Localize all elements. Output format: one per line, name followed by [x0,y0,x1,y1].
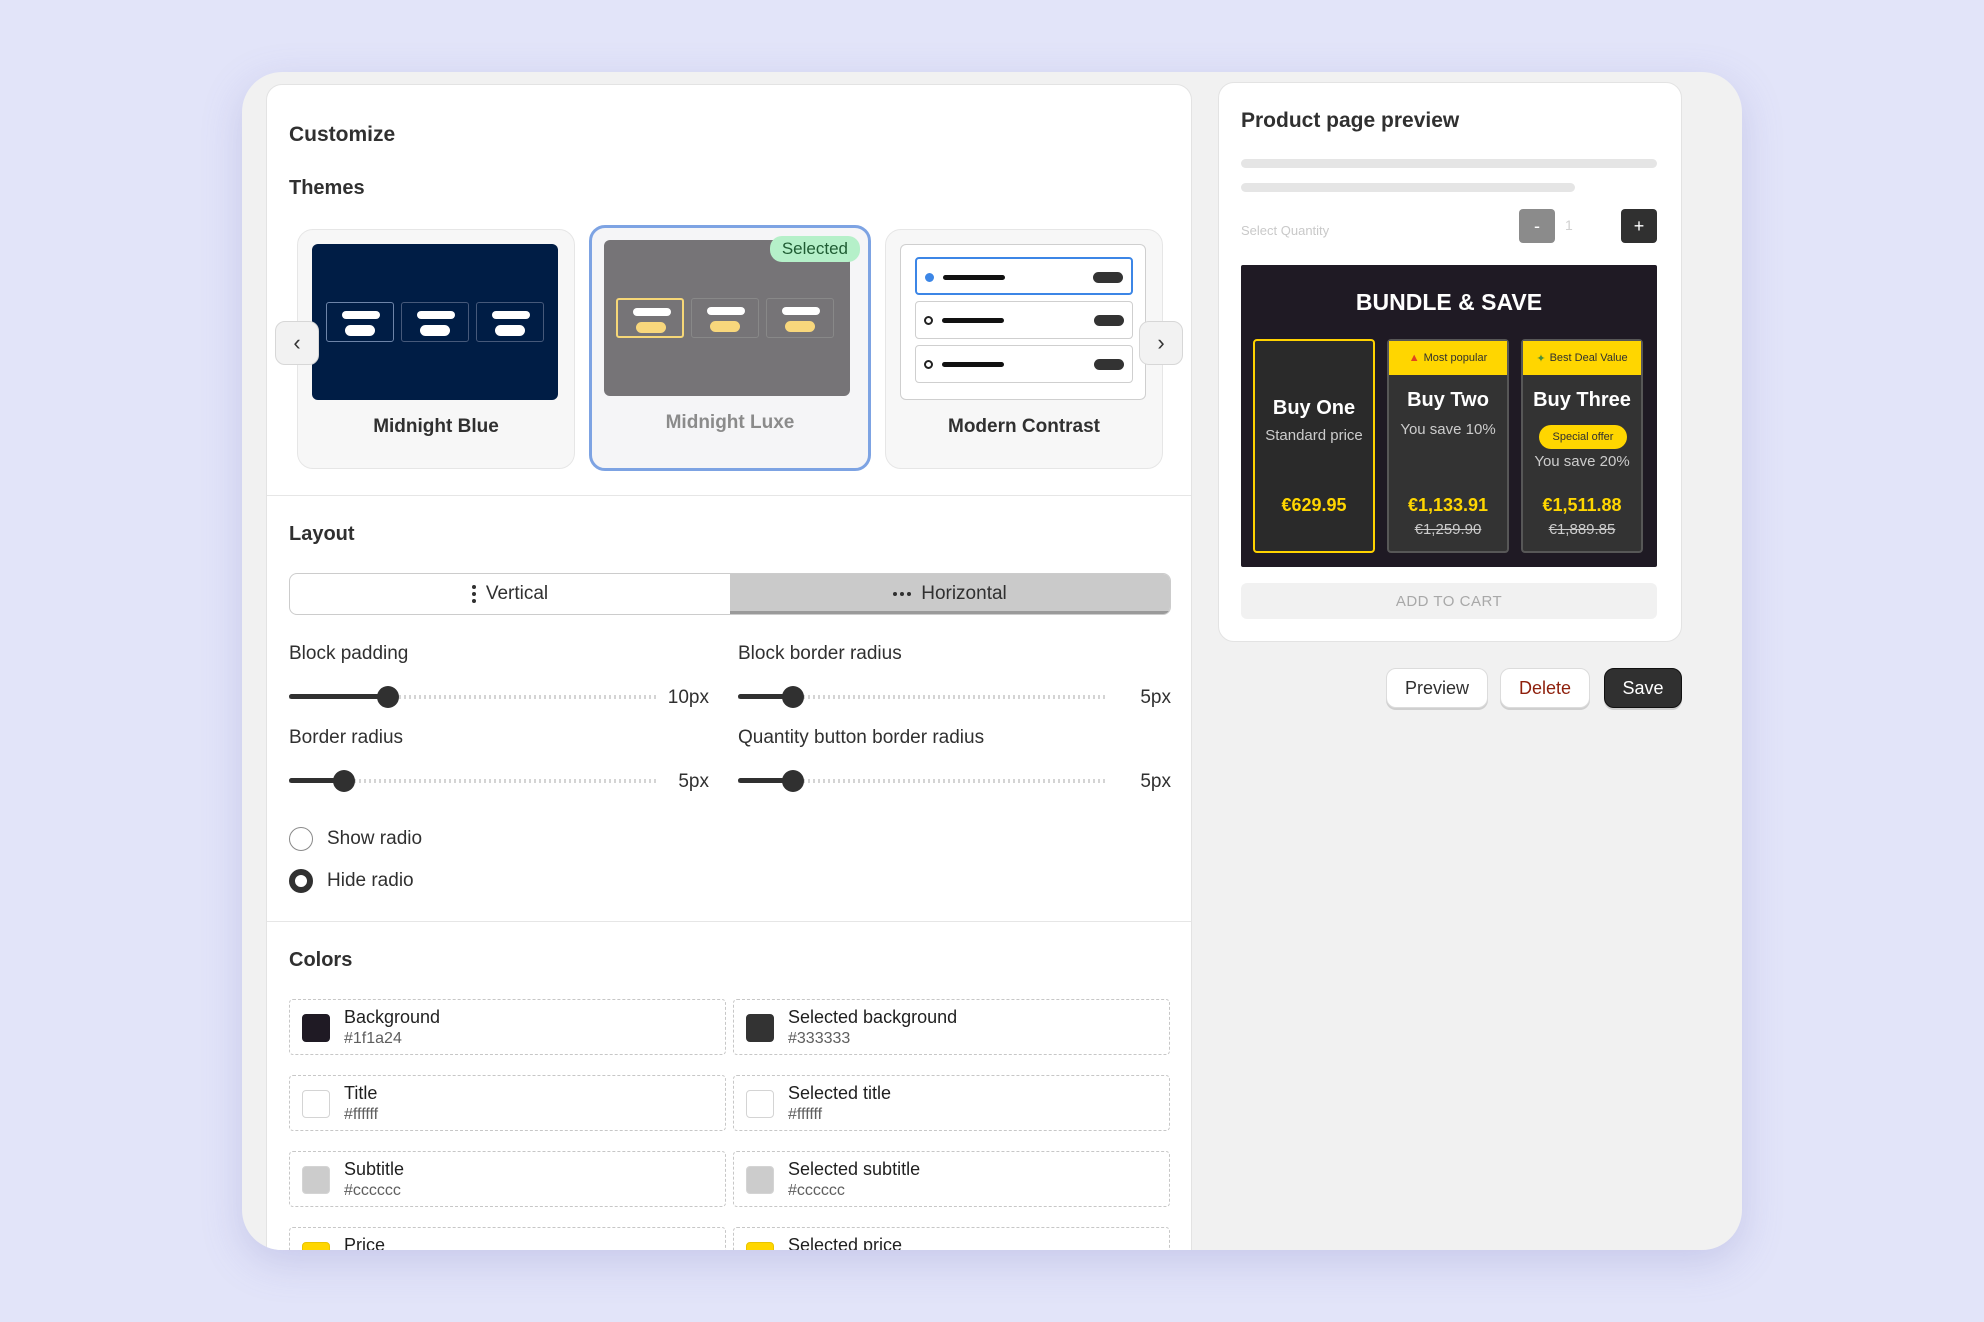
border-radius-value: 5px [678,771,709,792]
layout-heading: Layout [289,523,355,545]
product-preview-panel: Product page preview Select Quantity - 1… [1218,82,1682,642]
theme-thumbnail [604,240,850,396]
color-field-selected-title[interactable]: Selected title #ffffff [733,1075,1170,1131]
theme-name: Midnight Blue [373,416,499,437]
quantity-label: Select Quantity [1241,223,1330,238]
color-swatch[interactable] [302,1090,330,1118]
offer-buy-two[interactable]: ▲ Most popular Buy Two You save 10% €1,1… [1387,339,1509,553]
theme-name: Midnight Luxe [665,412,795,433]
layout-option-horizontal[interactable]: Horizontal [730,574,1170,614]
theme-thumbnail [312,244,558,400]
block-padding-label: Block padding [289,643,409,664]
block-border-radius-slider[interactable] [738,686,1106,708]
quantity-minus-button[interactable]: - [1519,209,1555,243]
theme-card-modern-contrast[interactable]: Modern Contrast [885,229,1163,469]
color-field-title[interactable]: Title #ffffff [289,1075,726,1131]
theme-card-midnight-luxe[interactable]: Selected Midnight Luxe [589,225,871,471]
theme-card-midnight-blue[interactable]: Midnight Blue [297,229,575,469]
theme-name: Modern Contrast [948,416,1100,437]
layout-toggle: Vertical Horizontal [289,573,1171,615]
color-swatch[interactable] [302,1242,330,1250]
ribbon: ✦ Best Deal Value [1523,341,1641,375]
preview-button[interactable]: Preview [1386,668,1488,708]
color-field-selected-price[interactable]: Selected price #ffd600 [733,1227,1170,1250]
radio-button[interactable] [289,827,313,851]
themes-heading: Themes [289,177,365,199]
bundle-widget: BUNDLE & SAVE Buy One Standard price €62… [1241,265,1657,567]
skeleton-line [1241,159,1657,168]
quantity-button-radius-slider[interactable] [738,770,1106,792]
ribbon: ▲ Most popular [1389,341,1507,375]
color-field-selected-background[interactable]: Selected background #333333 [733,999,1170,1055]
color-field-background[interactable]: Background #1f1a24 [289,999,726,1055]
wing-money-icon: ✦ [1536,352,1546,365]
special-offer-badge: Special offer [1539,425,1627,449]
show-radio-option[interactable]: Show radio [289,827,422,851]
hide-radio-option[interactable]: Hide radio [289,869,414,893]
color-swatch[interactable] [746,1014,774,1042]
offer-buy-three[interactable]: ✦ Best Deal Value Buy Three Special offe… [1521,339,1643,553]
block-border-radius-value: 5px [1140,687,1171,708]
color-field-price[interactable]: Price #ffd600 [289,1227,726,1250]
horizontal-dots-icon [893,592,912,596]
block-padding-slider[interactable] [289,686,657,708]
quantity-plus-button[interactable]: + [1621,209,1657,243]
preview-title: Product page preview [1241,109,1460,132]
divider [267,495,1191,496]
color-swatch[interactable] [746,1090,774,1118]
layout-option-vertical[interactable]: Vertical [290,574,730,614]
offer-buy-one[interactable]: Buy One Standard price €629.95 [1253,339,1375,553]
fire-icon: ▲ [1408,352,1420,364]
block-padding-value: 10px [667,687,709,708]
divider [267,921,1191,922]
app-frame: Customize Themes Midnight Blue Selected … [242,72,1742,1250]
quantity-button-radius-label: Quantity button border radius [738,727,985,748]
color-swatch[interactable] [302,1166,330,1194]
block-border-radius-label: Block border radius [738,643,902,664]
customize-panel: Customize Themes Midnight Blue Selected … [266,84,1192,1250]
skeleton-line [1241,183,1575,192]
border-radius-slider[interactable] [289,770,657,792]
chevron-right-icon: › [1157,330,1165,355]
border-radius-label: Border radius [289,727,404,748]
carousel-next-button[interactable]: › [1139,321,1183,365]
color-field-selected-subtitle[interactable]: Selected subtitle #cccccc [733,1151,1170,1207]
color-swatch[interactable] [746,1242,774,1250]
radio-button[interactable] [289,869,313,893]
quantity-value: 1 [1565,217,1573,233]
chevron-left-icon: ‹ [293,330,301,355]
carousel-prev-button[interactable]: ‹ [275,321,319,365]
color-swatch[interactable] [746,1166,774,1194]
save-button[interactable]: Save [1604,668,1682,708]
customize-title: Customize [289,123,396,146]
delete-button[interactable]: Delete [1500,668,1590,708]
selected-badge: Selected [769,236,860,262]
vertical-dots-icon [471,585,476,603]
quantity-button-radius-value: 5px [1140,771,1171,792]
add-to-cart-button[interactable]: ADD TO CART [1241,583,1657,619]
theme-thumbnail [900,244,1146,400]
theme-carousel: Midnight Blue Selected Midnight Luxe Mod… [267,225,1191,485]
bundle-title: BUNDLE & SAVE [1355,289,1543,315]
color-swatch[interactable] [302,1014,330,1042]
color-field-subtitle[interactable]: Subtitle #cccccc [289,1151,726,1207]
colors-heading: Colors [289,949,353,971]
